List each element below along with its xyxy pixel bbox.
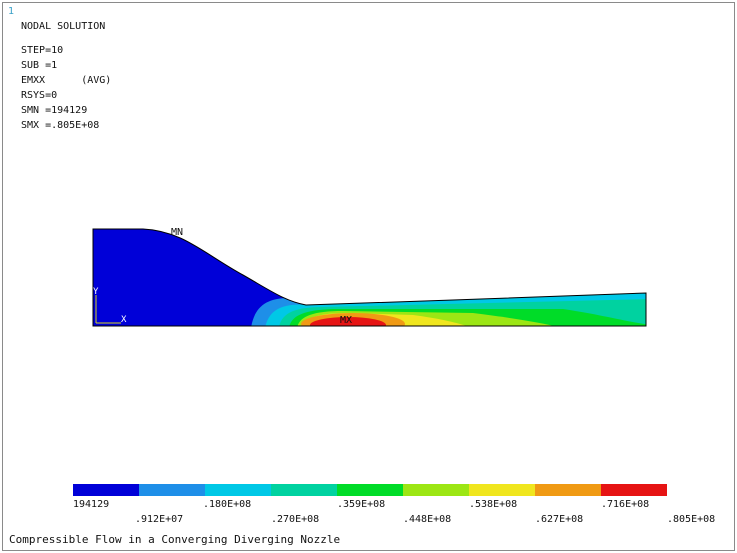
legend-label-9: .716E+08 [601, 499, 650, 510]
nozzle-contour [93, 229, 646, 326]
legend-swatch-8 [601, 484, 667, 496]
plot-title: Compressible Flow in a Converging Diverg… [9, 533, 341, 546]
legend-swatch-3 [271, 484, 337, 496]
graphics-window: 1 NODAL SOLUTION STEP=10 SUB =1 EMXX (AV… [2, 2, 735, 551]
legend-swatch-4 [337, 484, 403, 496]
triad-x-label: X [121, 315, 127, 325]
legend-label-6: .448E+08 [403, 514, 452, 525]
legend-label-2: .912E+07 [135, 514, 184, 525]
max-marker-label: MX [340, 315, 352, 326]
legend-swatch-5 [403, 484, 469, 496]
legend-colorbar [73, 484, 667, 496]
legend-label-8: .627E+08 [535, 514, 584, 525]
legend-label-1: 194129 [73, 499, 110, 510]
legend-swatch-1 [139, 484, 205, 496]
min-marker-label: MN [171, 227, 183, 238]
contour-plot: Y X MN MX [73, 227, 667, 496]
legend-label-3: .180E+08 [203, 499, 252, 510]
legend-swatch-7 [535, 484, 601, 496]
legend-swatch-2 [205, 484, 271, 496]
legend-label-7: .538E+08 [469, 499, 518, 510]
legend-swatch-0 [73, 484, 139, 496]
legend-label-10: .805E+08 [667, 514, 716, 525]
legend-label-5: .359E+08 [337, 499, 386, 510]
legend-swatch-6 [469, 484, 535, 496]
triad-y-label: Y [93, 287, 99, 297]
legend-label-4: .270E+08 [271, 514, 320, 525]
